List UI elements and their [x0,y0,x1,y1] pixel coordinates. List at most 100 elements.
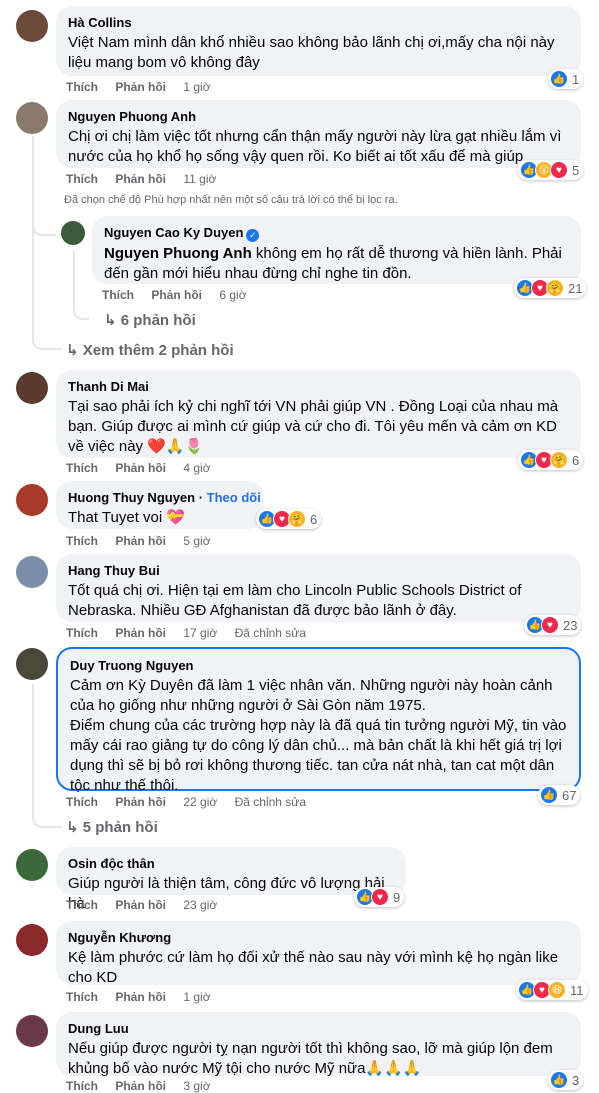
reply-button[interactable]: Phản hồi [115,461,166,475]
comment-time[interactable]: 11 giờ [183,172,216,186]
comment-text: Nguyen Phuong Anh không em họ rất dễ thư… [104,245,562,282]
comment-text: Tại sao phải ích kỷ chi nghĩ tới VN phải… [68,398,559,455]
comment-time[interactable]: 6 giờ [219,288,246,302]
comment-bubble: Duy Truong Nguyen Cảm ơn Kỳ Duyên đã làm… [56,647,581,794]
love-icon: ♥ [550,161,568,179]
thread-line [73,250,75,306]
comment-actions: Thích Phản hồi 6 giờ [102,288,261,302]
edited-label[interactable]: Đã chỉnh sửa [235,626,306,640]
avatar[interactable] [16,556,48,588]
comment-text: Tốt quá chị ơi. Hiện tại em làm cho Linc… [68,582,522,619]
reaction-summary[interactable]: 👍 ♥ 🤗 21 [514,278,587,298]
see-more-replies-button[interactable]: ↳ Xem thêm 2 phản hồi [66,341,234,359]
avatar[interactable] [16,648,48,680]
care-icon: 🤗 [288,510,306,528]
comment-actions: Thích Phản hồi 11 giờ [66,172,230,186]
reaction-summary[interactable]: 👍 1 [548,69,584,89]
commenter-name[interactable]: Thanh Di Mai [68,378,569,395]
reply-button[interactable]: Phản hồi [115,534,166,548]
comment-bubble: Hà Collins Việt Nam mình dân khổ nhiều s… [56,6,581,76]
comment-time[interactable]: 1 giờ [183,80,210,94]
like-button[interactable]: Thích [102,288,134,302]
comment-bubble: Nguyen Cao Ky Duyen ✓ Nguyen Phuong Anh k… [92,216,581,284]
comment-actions: Thích Phản hồi 22 giờ Đã chỉnh sửa [66,795,320,809]
reaction-summary[interactable]: 👍 ♥ 😆 11 [516,980,588,1000]
reaction-summary[interactable]: 👍 ♥ 9 [354,887,405,907]
filter-note: Đã chọn chế độ Phù hợp nhất nên một số c… [64,194,398,206]
comment-actions: Thích Phản hồi 23 giờ [66,898,231,912]
comment-time[interactable]: 23 giờ [183,898,217,912]
thread-curve [32,322,62,350]
reply-button[interactable]: Phản hồi [115,795,166,809]
verified-icon: ✓ [246,229,260,242]
commenter-name[interactable]: Nguyễn Khương [68,929,569,946]
commenter-name[interactable]: Huong Thuy Nguyen · Theo dõi [68,489,261,506]
like-button[interactable]: Thích [66,534,98,548]
avatar[interactable] [16,849,48,881]
care-icon: 🤗 [546,279,564,297]
comment-bubble: Huong Thuy Nguyen · Theo dõi That Tuyet … [56,481,264,529]
comment-text: Kệ làm phước cứ làm họ đối xử thế nào sa… [68,949,559,986]
comment-actions: Thích Phản hồi 3 giờ [66,1079,225,1093]
like-button[interactable]: Thích [66,795,98,809]
comment-time[interactable]: 3 giờ [183,1079,210,1093]
edited-label[interactable]: Đã chỉnh sửa [235,795,306,809]
thread-curve [32,800,62,828]
reply-button[interactable]: Phản hồi [115,1079,166,1093]
reply-button[interactable]: Phản hồi [115,80,166,94]
like-button[interactable]: Thích [66,1079,98,1093]
reply-button[interactable]: Phản hồi [115,626,166,640]
avatar[interactable] [16,484,48,516]
comment-actions: Thích Phản hồi 1 giờ [66,990,225,1004]
like-button[interactable]: Thích [66,898,98,912]
like-button[interactable]: Thích [66,172,98,186]
like-button[interactable]: Thích [66,626,98,640]
commenter-name[interactable]: Hà Collins [68,14,569,31]
avatar[interactable] [61,221,85,245]
reply-button[interactable]: Phản hồi [115,172,166,186]
view-replies-button[interactable]: ↳ 5 phản hồi [66,818,158,836]
like-button[interactable]: Thích [66,461,98,475]
view-replies-button[interactable]: ↳ 6 phản hồi [104,311,196,329]
avatar[interactable] [16,1015,48,1047]
like-button[interactable]: Thích [66,990,98,1004]
reaction-summary[interactable]: 👍 ♥ 🤗 6 [518,450,584,470]
comment-time[interactable]: 17 giờ [183,626,217,640]
reaction-summary[interactable]: 👍 😮 ♥ 5 [518,160,584,180]
comment-actions: Thích Phản hồi 4 giờ [66,461,225,475]
reaction-summary[interactable]: 👍 3 [548,1070,584,1090]
avatar[interactable] [16,10,48,42]
reaction-summary[interactable]: 👍 ♥ 🤗 6 [256,509,322,529]
avatar[interactable] [16,102,48,134]
comment-bubble: Nguyễn Khương Kệ làm phước cứ làm họ đối… [56,921,581,986]
comment-bubble: Osin độc thân Giúp người là thiện tâm, c… [56,847,406,912]
follow-button[interactable]: Theo dõi [207,490,261,505]
like-button[interactable]: Thích [66,80,98,94]
comment-text: Việt Nam mình dân khổ nhiều sao không bả… [68,34,555,71]
avatar[interactable] [16,924,48,956]
reply-button[interactable]: Phản hồi [115,898,166,912]
commenter-name[interactable]: Duy Truong Nguyen [70,657,567,674]
comment-time[interactable]: 5 giờ [183,534,210,548]
comment-text: Nếu giúp được người tỵ nạn người tốt thì… [68,1040,553,1077]
mention-link[interactable]: Nguyen Phuong Anh [104,245,252,262]
reply-button[interactable]: Phản hồi [151,288,202,302]
commenter-name[interactable]: Hang Thuy Bui [68,562,569,579]
commenter-name[interactable]: Osin độc thân [68,855,394,872]
comment-text: Cảm ơn Kỳ Duyên đã làm 1 việc nhân văn. … [70,677,567,794]
avatar[interactable] [16,372,48,404]
comment-time[interactable]: 1 giờ [183,990,210,1004]
comment-time[interactable]: 4 giờ [183,461,210,475]
reaction-summary[interactable]: 👍 ♥ 23 [524,615,582,635]
commenter-name[interactable]: Dung Luu [68,1020,569,1037]
commenter-name[interactable]: Nguyen Cao Ky Duyen ✓ [104,224,569,242]
comment-time[interactable]: 22 giờ [183,795,217,809]
thread-curve [73,300,89,320]
reply-button[interactable]: Phản hồi [115,990,166,1004]
like-icon: 👍 [550,1071,568,1089]
comment-bubble: Nguyen Phuong Anh Chị ơi chị làm việc tố… [56,100,581,168]
thread-line [32,684,34,804]
commenter-name[interactable]: Nguyen Phuong Anh [68,108,569,125]
comment-actions: Thích Phản hồi 17 giờ Đã chỉnh sửa [66,626,320,640]
reaction-summary[interactable]: 👍 67 [538,785,581,805]
